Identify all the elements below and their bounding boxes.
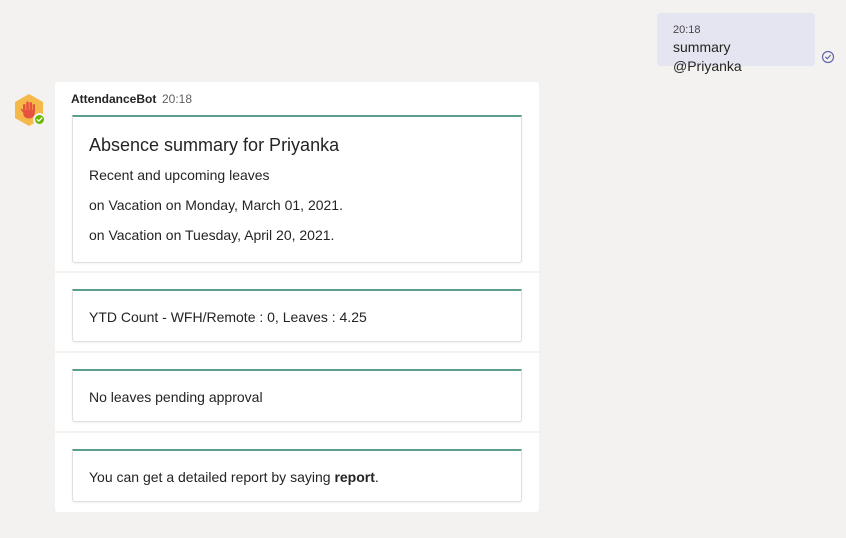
available-check-icon <box>33 113 46 126</box>
report-hint-suffix: . <box>374 469 379 485</box>
pending-approval-card: No leaves pending approval <box>72 369 522 422</box>
outgoing-message-text: summary @Priyanka <box>673 39 742 74</box>
ytd-count-text: YTD Count - WFH/Remote : 0, Leaves : 4.2… <box>89 309 367 325</box>
ytd-count-card: YTD Count - WFH/Remote : 0, Leaves : 4.2… <box>72 289 522 342</box>
card-title: Absence summary for Priyanka <box>89 135 340 155</box>
pending-section: No leaves pending approval <box>55 353 539 431</box>
bot-message-time: 20:18 <box>162 92 193 106</box>
ytd-section: YTD Count - WFH/Remote : 0, Leaves : 4.2… <box>55 273 539 351</box>
report-keyword: report <box>334 469 375 485</box>
report-hint-card: You can get a detailed report by saying … <box>72 449 522 502</box>
leave-item: on Vacation on Monday, March 01, 2021. <box>89 197 343 213</box>
card-subtitle: Recent and upcoming leaves <box>89 167 270 183</box>
report-hint-text: You can get a detailed report by saying … <box>89 468 505 486</box>
chat-stage: 20:18 summary @Priyanka AttendanceBot 20… <box>0 0 846 538</box>
bot-sender-name[interactable]: AttendanceBot <box>71 92 156 106</box>
leave-item: on Vacation on Tuesday, April 20, 2021. <box>89 227 335 243</box>
absence-summary-card: Absence summary for Priyanka Recent and … <box>72 115 522 263</box>
outgoing-message-time: 20:18 <box>673 24 701 36</box>
pending-approval-text: No leaves pending approval <box>89 389 263 405</box>
report-hint-prefix: You can get a detailed report by saying <box>89 469 335 485</box>
bot-message: AttendanceBot 20:18 Absence summary for … <box>55 82 539 512</box>
check-circle-icon <box>821 50 835 64</box>
outgoing-message[interactable]: 20:18 summary @Priyanka <box>657 13 815 74</box>
report-section: You can get a detailed report by saying … <box>55 433 539 512</box>
bot-message-header: AttendanceBot 20:18 Absence summary for … <box>55 82 539 271</box>
